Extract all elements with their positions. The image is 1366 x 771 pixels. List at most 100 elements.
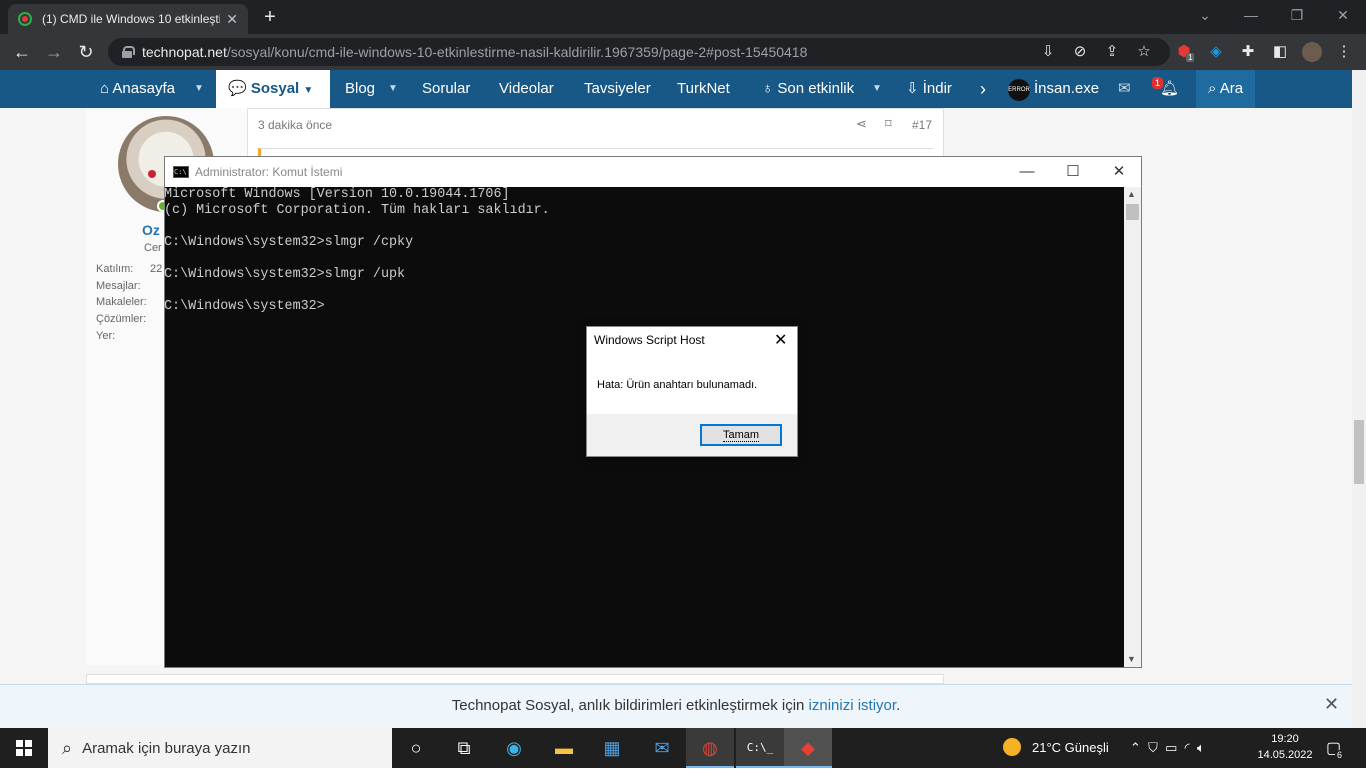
nav-indir[interactable]: ⇩ İndir <box>906 70 952 108</box>
cmd-taskbar-icon[interactable]: C:\_ <box>736 728 784 768</box>
taskbar-clock[interactable]: 19:20 14.05.2022 <box>1256 731 1314 763</box>
nav-blog[interactable]: Blog <box>345 70 375 108</box>
nav-label: Ara <box>1219 80 1244 97</box>
bookmark-icon[interactable]: ⌑ <box>885 116 892 131</box>
clock-date: 14.05.2022 <box>1257 749 1313 761</box>
cmd-minimize-button[interactable]: — <box>1004 156 1050 187</box>
window-restore-button[interactable]: ❐ <box>1274 0 1320 30</box>
nav-search[interactable]: ⌕ Ara <box>1196 70 1256 108</box>
nav-more-chevron-icon[interactable]: › <box>980 70 986 108</box>
notification-text-end: . <box>896 697 901 714</box>
next-post-card <box>86 674 944 684</box>
cmd-close-button[interactable]: ✕ <box>1096 156 1142 187</box>
nav-videolar[interactable]: Videolar <box>499 70 554 108</box>
extension-blue-icon[interactable]: ◈ <box>1206 42 1226 62</box>
edge-browser-icon[interactable]: ◉ <box>490 728 538 768</box>
security-icon[interactable]: ⛉ <box>1148 740 1158 755</box>
chevron-up-icon[interactable]: ⌃ <box>1130 740 1141 755</box>
url-path: /sosyal/konu/cmd-ile-windows-10-etkinles… <box>226 44 808 60</box>
share-icon[interactable]: ⇪ <box>1102 42 1122 62</box>
nav-sorular[interactable]: Sorular <box>422 70 470 108</box>
info-label-articles: Makaleler: <box>96 296 147 308</box>
browser-tab[interactable]: (1) CMD ile Windows 10 etkinleşti ✕ <box>8 4 248 34</box>
info-label-location: Yer: <box>96 330 116 342</box>
nav-blog-dropdown-icon[interactable]: ▼ <box>388 70 398 108</box>
script-host-taskbar-icon[interactable]: ◆ <box>784 728 832 768</box>
install-app-icon[interactable]: ⇩ <box>1038 42 1058 62</box>
nav-label: Anasayfa <box>112 80 175 97</box>
wifi-icon[interactable]: ◜ <box>1185 740 1190 755</box>
task-view-icon[interactable]: ⧉ <box>440 728 488 768</box>
browser-menu-icon[interactable]: ⋮ <box>1334 42 1354 62</box>
extensions-puzzle-icon[interactable]: ✚ <box>1238 42 1258 62</box>
page-scrollbar-thumb[interactable] <box>1354 420 1364 484</box>
notification-permission-link[interactable]: izninizi istiyor <box>809 697 897 714</box>
taskbar-search-box[interactable]: ⌕ Aramak için buraya yazın <box>48 728 392 768</box>
nav-label: İndir <box>922 80 952 97</box>
quote-block <box>258 148 933 156</box>
mail-icon[interactable]: ✉ <box>1118 70 1131 108</box>
nav-anasayfa-dropdown-icon[interactable]: ▼ <box>194 70 204 108</box>
cmd-scroll-down-icon[interactable]: ▼ <box>1127 654 1136 664</box>
side-panel-icon[interactable]: ◧ <box>1270 42 1290 62</box>
post-time[interactable]: 3 dakika önce <box>258 118 332 132</box>
profile-avatar[interactable] <box>1302 42 1322 62</box>
tab-title: (1) CMD ile Windows 10 etkinleşti <box>42 12 221 26</box>
cmd-scrollbar-thumb[interactable] <box>1126 204 1139 220</box>
back-arrow-icon[interactable]: ← <box>10 40 34 64</box>
cmd-scroll-up-icon[interactable]: ▲ <box>1127 189 1136 199</box>
alert-count-badge: 1 <box>1152 77 1164 89</box>
reload-icon[interactable]: ↻ <box>74 40 98 64</box>
dialog-ok-button[interactable]: Tamam <box>700 424 782 446</box>
sun-weather-icon <box>1003 738 1021 756</box>
poster-username[interactable]: Oz <box>142 222 160 238</box>
bell-icon[interactable]: 🔔︎ <box>1160 70 1179 108</box>
volume-icon[interactable]: 🔈︎ <box>1197 740 1205 755</box>
nav-son-etkinlik[interactable]: ♁ Son etkinlik <box>762 70 854 108</box>
new-tab-button[interactable]: + <box>258 4 282 30</box>
nav-label: Sosyal <box>250 80 300 97</box>
forward-arrow-icon[interactable]: → <box>42 40 66 64</box>
tab-close-icon[interactable]: ✕ <box>226 11 238 28</box>
post-number[interactable]: #17 <box>912 118 932 132</box>
tab-search-icon[interactable]: ⌄ <box>1182 0 1228 30</box>
cmd-output[interactable]: Microsoft Windows [Version 10.0.19044.17… <box>164 187 1124 315</box>
nav-sosyal-dropdown-icon[interactable]: ▼ <box>303 85 313 96</box>
cmd-title: Administrator: Komut İstemi <box>195 165 343 179</box>
dialog-close-icon[interactable]: ✕ <box>774 330 787 350</box>
file-explorer-icon[interactable]: ▬ <box>540 728 588 768</box>
microsoft-store-icon[interactable]: ▦ <box>588 728 636 768</box>
cmd-icon: C:\ <box>173 166 189 178</box>
page-scrollbar[interactable] <box>1352 70 1366 728</box>
nav-sosyal[interactable]: 💬 Sosyal ▼ <box>216 70 330 108</box>
tray-icons: ⌃ ⛉ ▭ ◜ 🔈︎ <box>1130 728 1205 768</box>
weather-text[interactable]: 21°C Güneşli <box>1032 728 1109 768</box>
chrome-taskbar-icon[interactable]: ◍ <box>686 728 734 768</box>
nav-tavsiyeler[interactable]: Tavsiyeler <box>584 70 651 108</box>
user-name[interactable]: İnsan.exe <box>1034 70 1099 108</box>
window-close-button[interactable]: ✕ <box>1320 0 1366 30</box>
nav-son-etkinlik-dropdown-icon[interactable]: ▼ <box>872 70 882 108</box>
cortana-icon[interactable]: ○ <box>392 728 440 768</box>
url-host: technopat.net <box>142 44 227 60</box>
tracking-blocked-icon[interactable]: ⊘ <box>1070 42 1090 62</box>
share-icon[interactable]: ⋖ <box>856 116 867 131</box>
nav-turknet[interactable]: TurkNet <box>677 70 730 108</box>
start-button[interactable] <box>0 728 48 768</box>
window-minimize-button[interactable]: — <box>1228 0 1274 30</box>
notification-close-icon[interactable]: ✕ <box>1324 694 1339 715</box>
nav-anasayfa[interactable]: ⌂ Anasayfa <box>100 70 175 108</box>
mail-app-icon[interactable]: ✉ <box>638 728 686 768</box>
notification-count-badge: 6 <box>1335 750 1345 760</box>
bookmark-star-icon[interactable]: ☆ <box>1134 42 1154 62</box>
info-label-messages: Mesajlar: <box>96 280 141 292</box>
battery-icon[interactable]: ▭ <box>1165 740 1177 755</box>
cmd-titlebar[interactable]: C:\ Administrator: Komut İstemi <box>164 156 1142 187</box>
user-avatar[interactable]: ERROR <box>1008 79 1030 101</box>
cmd-scrollbar[interactable] <box>1124 187 1141 667</box>
windows-logo-icon <box>16 740 32 756</box>
nav-label: Son etkinlik <box>777 80 855 97</box>
cmd-maximize-button[interactable]: ☐ <box>1050 156 1096 187</box>
post-actions: ⋖ ⌑ <box>856 116 892 132</box>
address-bar[interactable]: technopat.net/sosyal/konu/cmd-ile-window… <box>108 38 1170 66</box>
